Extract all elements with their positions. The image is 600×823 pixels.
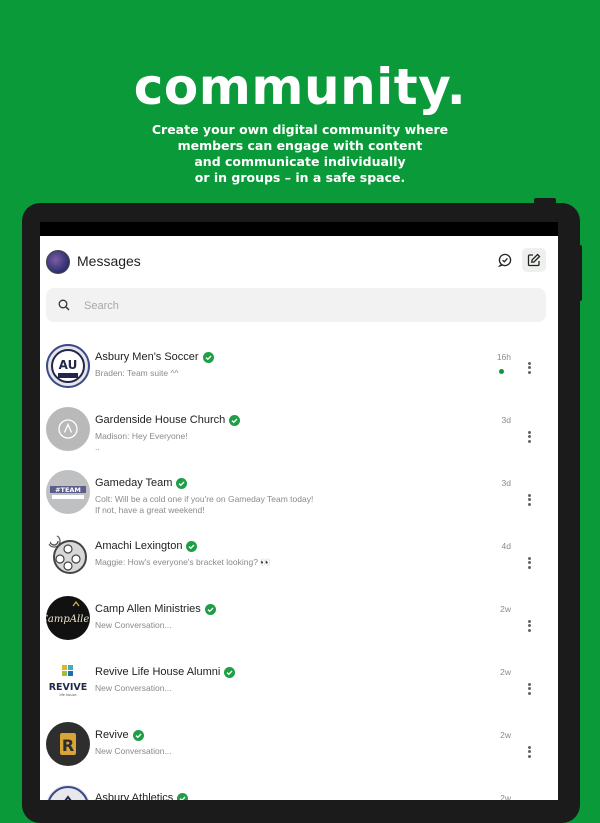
verified-icon [177,792,189,800]
conversation-name: Revive [95,729,129,741]
status-bar [40,222,558,236]
verified-icon [224,666,236,678]
group-avatar: AU [46,344,90,388]
conversation-time: 2w [500,604,511,614]
conversation-row[interactable]: CampAllen Camp Allen Ministries New Conv… [40,588,558,651]
svg-text:REVIVE: REVIVE [49,682,88,693]
verified-icon [202,351,214,363]
conversation-row[interactable]: Gardenside House Church Madison: Hey Eve… [40,399,558,462]
conversation-name: Asbury Men's Soccer [95,351,199,363]
conversation-name: Camp Allen Ministries [95,603,201,615]
group-avatar: R [46,722,90,766]
hero-subtitle-line: members can engage with content [177,138,423,153]
verified-icon [132,729,144,741]
more-options-icon[interactable] [526,681,532,697]
conversation-time: 2w [500,667,511,677]
conversation-preview: Braden: Team suite ^^ [95,368,179,378]
conversation-preview: Madison: Hey Everyone! [95,431,188,441]
conversation-preview-line2: .. [95,442,100,452]
more-options-icon[interactable] [526,429,532,445]
app-screen: Messages Search AU Asbury Men's Soccer B… [40,222,558,800]
more-options-icon[interactable] [526,360,532,376]
verified-icon [204,603,216,615]
conversation-time: 2w [500,730,511,740]
more-options-icon[interactable] [526,492,532,508]
hero-subtitle: Create your own digital community where … [130,122,470,186]
more-options-icon[interactable] [526,555,532,571]
conversation-row[interactable]: Amachi Lexington Maggie: How's everyone'… [40,525,558,588]
tablet-volume-button [576,245,582,301]
hero-subtitle-line: and communicate individually [194,154,406,169]
conversation-time: 4d [501,541,511,551]
profile-avatar[interactable] [46,250,70,274]
conversation-preview: New Conversation... [95,620,172,630]
messages-header: Messages [40,236,558,286]
chat-check-icon[interactable] [497,253,512,268]
conversation-preview: New Conversation... [95,746,172,756]
more-options-icon[interactable] [526,744,532,760]
group-avatar [46,785,90,800]
conversation-time: 3d [501,478,511,488]
group-avatar: CampAllen [46,596,90,640]
conversation-name: Gameday Team [95,477,173,489]
page-title: Messages [77,253,141,269]
search-icon [58,299,70,311]
svg-text:R: R [62,736,74,755]
group-avatar [46,407,90,451]
conversation-name: Amachi Lexington [95,540,183,552]
svg-text:CampAllen: CampAllen [46,614,90,625]
group-avatar: #TEAM [46,470,90,514]
unread-indicator [499,369,504,374]
verified-icon [186,540,198,552]
hero-subtitle-line: Create your own digital community where [151,122,449,137]
group-avatar: REVIVE life house [46,659,90,703]
more-options-icon[interactable] [526,618,532,634]
conversation-row[interactable]: Asbury Athletics 2w [40,777,558,800]
conversation-preview: Maggie: How's everyone's bracket looking… [95,557,271,567]
tablet-power-button [534,198,556,204]
svg-text:#TEAM: #TEAM [55,486,81,494]
svg-text:life house: life house [60,693,77,697]
conversation-time: 3d [501,415,511,425]
hero-subtitle-line: or in groups – in a safe space. [194,170,406,185]
search-input[interactable] [82,295,526,317]
hero-title: community. [133,58,467,116]
verified-icon [176,477,188,489]
conversation-row[interactable]: #TEAM Gameday Team Colt: Will be a cold … [40,462,558,525]
verified-icon [229,414,241,426]
search-bar[interactable] [46,288,546,322]
compose-icon [527,253,541,267]
conversation-time: 16h [496,352,511,362]
conversation-preview-line2: If not, have a great weekend! [95,505,205,515]
group-avatar [46,533,90,577]
conversation-name: Revive Life House Alumni [95,666,221,678]
conversation-row[interactable]: REVIVE life house Revive Life House Alum… [40,651,558,714]
conversation-name: Gardenside House Church [95,414,226,426]
conversation-preview: New Conversation... [95,683,172,693]
conversation-preview: Colt: Will be a cold one if you're on Ga… [95,494,314,504]
conversation-row[interactable]: R Revive New Conversation... 2w [40,714,558,777]
conversation-name: Asbury Athletics [95,792,174,800]
compose-button[interactable] [522,248,546,272]
conversation-row[interactable]: AU Asbury Men's Soccer Braden: Team suit… [40,336,558,399]
conversation-time: 2w [500,793,511,800]
svg-text:AU: AU [59,358,78,372]
